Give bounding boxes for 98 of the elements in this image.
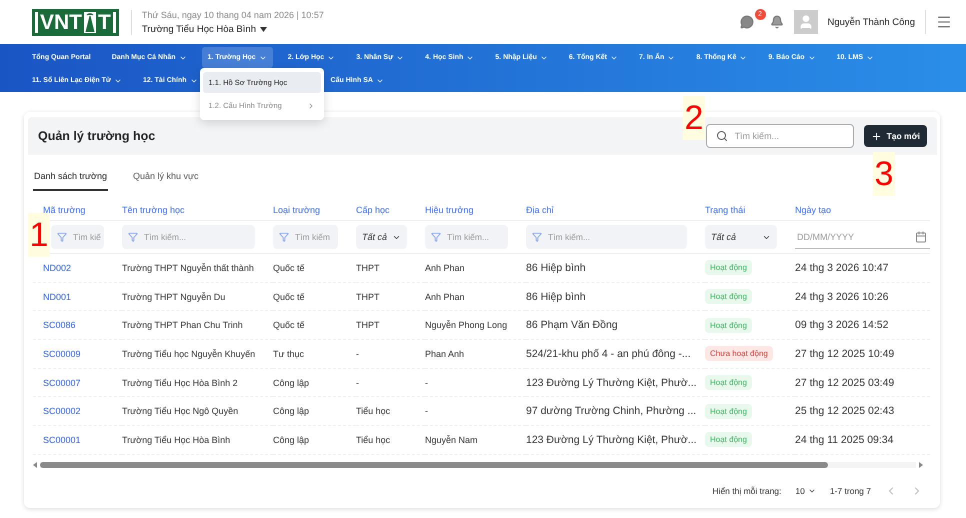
created-date: 27 thg 12 2025 03:49 [795,368,930,398]
school-type: Quốc tế [273,282,356,312]
school-type: Tư thục [273,340,356,369]
principal-name: Nguyễn Nam [425,426,526,455]
status-tag: Hoạt động [705,318,752,333]
school-code-link[interactable]: SC00001 [33,426,122,455]
search-field[interactable]: Tìm kiếm... [706,124,854,148]
search-icon [716,130,728,142]
filter-field[interactable]: Tìm kiếm... [122,225,255,249]
school-code-link[interactable]: ND001 [33,282,122,312]
school-code-link[interactable]: SC0086 [33,311,122,340]
school-type: Quốc tế [273,311,356,340]
school-level: Tiểu học [356,426,425,455]
column-header[interactable]: Hiệu trưởng [425,191,526,221]
chat-icon[interactable] [740,15,754,29]
address: 86 Hiệp bình [526,282,705,312]
menu-icon[interactable] [936,14,952,30]
status-tag: Hoạt động [705,404,752,419]
created-date: 09 thg 3 2026 14:52 [795,311,930,340]
filter-icon [279,232,289,242]
filter-icon [57,232,67,242]
filter-icon [431,232,441,242]
school-name: Trường Tiểu Học Hòa Bình [122,426,273,455]
school-type: Công lập [273,397,356,426]
school-name: Trường THPT Nguyễn Du [122,282,273,312]
school-selector[interactable]: Trường Tiểu Học Hòa Bình [142,24,324,34]
address: 524/21-khu phố 4 - an phú đông -... [526,340,705,369]
school-code-link[interactable]: SC00002 [33,397,122,426]
page-size-select[interactable]: 10 [795,486,816,496]
filter-field[interactable]: Tìm kiếm... [425,225,508,249]
school-level: THPT [356,282,425,312]
status-tag: Chưa hoạt động [705,346,773,362]
address: 123 Đường Lý Thường Kiệt, Phườ... [526,368,705,398]
created-date: 24 thg 3 2026 10:26 [795,282,930,312]
principal-name: Anh Phan [425,254,526,283]
status-tag: Hoạt động [705,432,752,448]
filter-select[interactable]: Tất cả [705,225,777,249]
page-title: Quản lý trường học [38,129,156,143]
column-header[interactable]: Địa chỉ [526,191,705,221]
filter-field[interactable]: Tìm kiếm... [526,225,687,249]
logo: VNT T [32,8,119,36]
school-type: Công lập [273,426,356,455]
principal-name: - [425,397,526,426]
filter-icon [128,232,138,242]
principal-name: Nguyễn Phong Long [425,311,526,340]
column-header[interactable]: Loại trường [273,191,356,221]
address: 97 dường Trường Chinh, Phường ... [526,397,705,426]
school-name: Trường Tiểu học Nguyễn Khuyến [122,340,273,369]
created-date: 24 thg 3 2026 10:47 [795,254,930,283]
principal-name: - [425,368,526,398]
school-name: Trường THPT Phan Chu Trinh [122,311,273,340]
date-field[interactable]: DD/MM/YYYY [795,225,930,249]
school-type: Công lập [273,368,356,398]
school-level: THPT [356,311,425,340]
page-range: 1-7 trong 7 [830,486,871,496]
school-name: Trường Tiểu Học Hòa Bình 2 [122,368,273,398]
created-date: 25 thg 12 2025 02:43 [795,397,930,426]
principal-name: Anh Phan [425,282,526,312]
status-tag: Hoạt động [705,375,752,390]
filter-field[interactable]: Tìm kiế [51,225,104,249]
school-name: Trường Tiểu Học Ngô Quyền [122,397,273,426]
scroll-right-icon[interactable] [919,462,923,468]
school-code-link[interactable]: SC00009 [33,340,122,369]
callout-number: 1 [28,213,50,257]
filter-icon [532,232,542,242]
plus-icon [870,130,882,142]
column-header[interactable]: Tên trường học [122,191,273,221]
school-level: Tiểu học [356,397,425,426]
page-size-label: Hiển thị mỗi trang: [712,486,782,496]
filter-field[interactable]: Tìm kiếm [273,225,338,249]
school-type: Quốc tế [273,254,356,283]
status-tag: Hoạt động [705,289,752,304]
created-date: 24 thg 11 2025 09:34 [795,426,930,455]
school-name: Trường THPT Nguyễn thất thành [122,254,273,283]
bell-icon[interactable] [770,15,784,29]
date-time: Thứ Sáu, ngay 10 thang 04 nam 2026 | 10:57 [142,10,324,20]
tab[interactable]: Danh sách trường [33,165,108,191]
user-name[interactable]: Nguyễn Thành Công [828,10,926,34]
principal-name: Phan Anh [425,340,526,369]
horizontal-scrollbar[interactable] [40,462,916,468]
tab[interactable]: Quản lý khu vực [132,165,200,191]
status-tag: Hoạt động [705,260,752,276]
school-level: - [356,340,425,369]
school-code-link[interactable]: SC00007 [33,368,122,398]
column-header[interactable]: Cấp học [356,191,425,221]
address: 123 Đường Lý Thường Kiệt, Phườ... [526,426,705,455]
address: 86 Hiệp bình [526,254,705,283]
caret-icon [260,26,267,32]
school-level: - [356,368,425,398]
calendar-icon [915,231,927,243]
address: 86 Phạm Văn Đồng [526,311,705,340]
callout-number: 2 [683,96,705,140]
column-header[interactable]: Trạng thái [705,191,795,221]
school-level: THPT [356,254,425,283]
create-button[interactable]: Tạo mới [864,125,927,147]
callout-number: 3 [873,152,895,196]
filter-select[interactable]: Tất cả [356,225,407,249]
created-date: 27 thg 12 2025 10:49 [795,340,930,369]
